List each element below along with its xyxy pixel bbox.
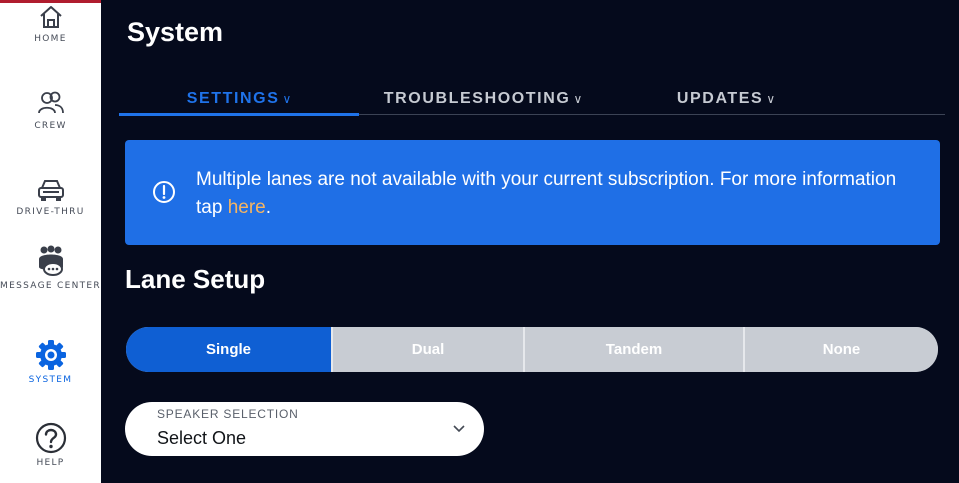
chevron-down-icon: ∨ bbox=[766, 92, 776, 106]
subscription-alert: Multiple lanes are not available with yo… bbox=[125, 140, 940, 245]
page-title: System bbox=[127, 17, 224, 47]
help-icon bbox=[35, 422, 66, 454]
gear-icon bbox=[35, 340, 66, 370]
tab-bar: SETTINGS ∨ TROUBLESHOOTING ∨ UPDATES ∨ bbox=[119, 87, 945, 116]
sidebar-item-crew[interactable]: CREW bbox=[0, 89, 101, 132]
lane-option-single[interactable]: Single bbox=[126, 327, 331, 372]
alert-text: Multiple lanes are not available with yo… bbox=[196, 169, 897, 218]
sidebar-item-home[interactable]: HOME bbox=[0, 4, 101, 45]
tab-updates[interactable]: UPDATES ∨ bbox=[667, 87, 785, 115]
sidebar-item-label: SYSTEM bbox=[28, 375, 73, 385]
sidebar-item-help[interactable]: HELP bbox=[0, 422, 101, 469]
lane-option-none[interactable]: None bbox=[743, 327, 938, 372]
home-icon bbox=[39, 6, 62, 28]
speaker-selection-value: Select One bbox=[157, 428, 247, 448]
lane-setup-segmented-control: Single Dual Tandem None bbox=[126, 327, 938, 372]
alert-text-end: . bbox=[265, 197, 272, 218]
sidebar-item-label: CREW bbox=[34, 121, 67, 131]
tab-label: UPDATES bbox=[676, 90, 764, 107]
sidebar-item-system[interactable]: SYSTEM bbox=[0, 339, 101, 386]
info-circle-icon bbox=[153, 181, 175, 203]
sidebar-item-label: MESSAGE CENTER bbox=[0, 281, 101, 291]
speaker-selection-dropdown[interactable]: SPEAKER SELECTION Select One bbox=[125, 402, 484, 456]
alert-message: Multiple lanes are not available with yo… bbox=[196, 166, 916, 222]
sidebar-accent-bar bbox=[0, 0, 101, 3]
tab-settings[interactable]: SETTINGS ∨ bbox=[119, 87, 359, 116]
lane-option-tandem[interactable]: Tandem bbox=[523, 327, 743, 372]
sidebar-item-message-center[interactable]: MESSAGE CENTER bbox=[0, 245, 101, 292]
chevron-down-icon: ∨ bbox=[282, 92, 292, 106]
chevron-down-icon: ∨ bbox=[573, 92, 583, 106]
tab-troubleshooting[interactable]: TROUBLESHOOTING ∨ bbox=[381, 87, 585, 115]
tab-label: TROUBLESHOOTING bbox=[383, 90, 571, 107]
alert-link-here[interactable]: here bbox=[228, 197, 266, 218]
tab-label: SETTINGS bbox=[186, 90, 280, 107]
lane-option-dual[interactable]: Dual bbox=[331, 327, 523, 372]
sidebar: HOME CREW DRIVE-THRU MESSAGE CENTER SYST… bbox=[0, 0, 101, 483]
sidebar-item-label: DRIVE-THRU bbox=[16, 207, 85, 217]
message-center-icon bbox=[38, 245, 63, 276]
sidebar-item-drive-thru[interactable]: DRIVE-THRU bbox=[0, 177, 101, 218]
sidebar-item-label: HELP bbox=[36, 458, 65, 468]
chevron-down-icon bbox=[453, 425, 465, 433]
sidebar-item-label: HOME bbox=[34, 34, 67, 44]
car-icon bbox=[37, 180, 64, 201]
speaker-selection-label: SPEAKER SELECTION bbox=[157, 407, 299, 421]
lane-setup-title: Lane Setup bbox=[125, 264, 266, 294]
app-window: HOME CREW DRIVE-THRU MESSAGE CENTER SYST… bbox=[0, 0, 959, 483]
crew-icon bbox=[37, 91, 64, 114]
main-content: System SETTINGS ∨ TROUBLESHOOTING ∨ UPDATE… bbox=[101, 0, 959, 483]
